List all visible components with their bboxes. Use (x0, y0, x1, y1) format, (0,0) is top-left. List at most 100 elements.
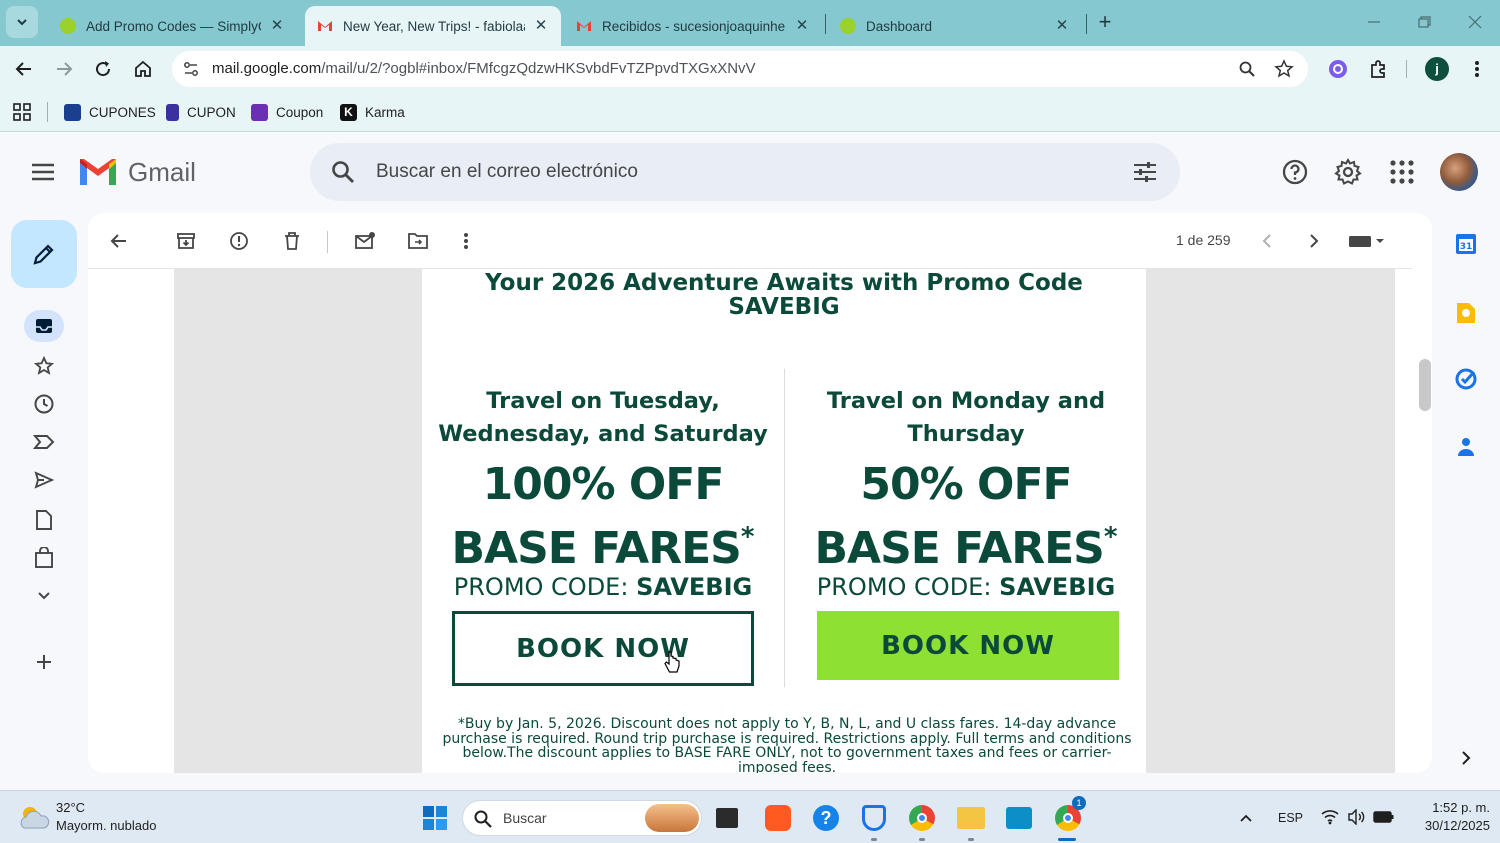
volume-status[interactable] (1347, 809, 1367, 825)
back-to-inbox-button[interactable] (105, 227, 133, 255)
report-spam-button[interactable] (225, 227, 253, 255)
discount-left: 100% OFF BASE FARES* (422, 459, 784, 575)
extension-swirl-icon (1329, 60, 1347, 78)
close-tab-icon[interactable]: ✕ (794, 18, 810, 34)
minimize-button[interactable] (1362, 10, 1386, 34)
zoom-icon[interactable] (1238, 60, 1256, 78)
taskbar-app-remote[interactable] (1003, 802, 1035, 834)
show-hidden-icons-button[interactable] (1237, 809, 1255, 827)
move-to-button[interactable] (404, 227, 432, 255)
simplycodes-icon (60, 18, 76, 34)
contacts-app-button[interactable] (1452, 433, 1480, 461)
taskbar-app-chrome[interactable]: 1 (1052, 796, 1086, 834)
search-options-icon[interactable] (1132, 160, 1158, 184)
extensions-menu-button[interactable] (1364, 55, 1392, 83)
weather-widget[interactable]: 32°C Mayorm. nublado (18, 800, 188, 838)
gmail-icon (577, 21, 591, 31)
bookmark-karma[interactable]: K Karma (340, 101, 405, 123)
nav-more[interactable] (28, 580, 60, 612)
tab-dashboard[interactable]: Dashboard ✕ (830, 6, 1080, 46)
archive-button[interactable] (172, 227, 200, 255)
bookmark-cupon[interactable]: CUPON (166, 101, 236, 123)
travel-line: Travel on Tuesday, (486, 388, 720, 414)
taskbar-app-tablet[interactable] (711, 802, 743, 834)
profile-button[interactable]: j (1423, 55, 1451, 83)
chrome-menu-button[interactable] (1463, 55, 1491, 83)
tab-new-year-trips[interactable]: New Year, New Trips! - fabiolaa ✕ (305, 6, 561, 46)
bookmark-cupones[interactable]: CUPONES (64, 101, 156, 123)
close-window-button[interactable] (1463, 10, 1487, 34)
mail-search-bar[interactable]: Buscar en el correo electrónico (310, 143, 1180, 201)
older-button[interactable] (1300, 227, 1328, 255)
reload-button[interactable] (89, 55, 117, 83)
close-tab-icon[interactable]: ✕ (1054, 18, 1070, 34)
input-language[interactable]: ESP (1278, 811, 1303, 825)
tasks-app-button[interactable] (1452, 365, 1480, 393)
close-tab-icon[interactable]: ✕ (269, 18, 285, 34)
nav-drafts[interactable] (28, 504, 60, 536)
discount-target: BASE FARES* (422, 511, 784, 575)
nav-important[interactable] (28, 426, 60, 458)
help-button[interactable] (1280, 157, 1310, 187)
search-icon[interactable] (330, 159, 356, 185)
forward-button[interactable] (50, 55, 78, 83)
apps-button[interactable] (12, 102, 32, 122)
cupones-icon (64, 103, 81, 121)
book-now-button-left[interactable]: BOOK NOW (452, 611, 754, 686)
kebab-menu-icon (464, 233, 468, 249)
taskbar-app-help[interactable]: ? (810, 802, 842, 834)
nav-starred[interactable] (28, 350, 60, 382)
battery-status[interactable] (1373, 809, 1395, 825)
taskbar-app-explorer[interactable] (955, 802, 987, 834)
settings-button[interactable] (1333, 157, 1363, 187)
main-menu-button[interactable] (28, 157, 58, 187)
nav-sent[interactable] (28, 464, 60, 496)
home-button[interactable] (129, 55, 157, 83)
wifi-status[interactable] (1320, 809, 1340, 825)
spam-icon (230, 232, 248, 250)
discount-target: BASE FARES* (785, 511, 1146, 575)
delete-button[interactable] (278, 227, 306, 255)
taskbar-app-browser-blue[interactable] (858, 802, 890, 834)
taskbar-app-orange[interactable] (762, 802, 794, 834)
chevron-right-icon (1462, 751, 1471, 765)
gmail-logo[interactable]: Gmail (78, 155, 196, 189)
extension-button[interactable] (1324, 55, 1352, 83)
start-button[interactable] (419, 802, 451, 834)
hamburger-icon (32, 163, 54, 181)
book-now-button-right[interactable]: BOOK NOW (817, 611, 1119, 680)
close-tab-icon[interactable]: ✕ (533, 18, 549, 34)
folder-icon (957, 807, 985, 829)
nav-snoozed[interactable] (28, 388, 60, 420)
back-button[interactable] (10, 55, 38, 83)
new-tab-button[interactable]: + (1093, 10, 1117, 34)
create-label-button[interactable] (28, 646, 60, 678)
site-info-icon[interactable] (182, 60, 200, 78)
address-bar[interactable]: mail.google.com/mail/u/2/?ogbl#inbox/FMf… (172, 51, 1308, 87)
message-scrollbar-thumb[interactable] (1419, 359, 1431, 411)
taskbar-app-chrome-profile[interactable] (906, 802, 938, 834)
bookmark-star-icon[interactable] (1274, 59, 1294, 79)
nav-inbox[interactable] (24, 310, 64, 342)
tab-title: Recibidos - sucesionjoaquinher (602, 18, 786, 34)
account-avatar[interactable] (1440, 153, 1478, 191)
tab-search-button[interactable] (6, 6, 38, 38)
nav-purchases[interactable] (28, 542, 60, 574)
calendar-app-button[interactable]: 31 (1452, 230, 1480, 258)
mark-unread-button[interactable] (351, 227, 379, 255)
tab-simplycodes[interactable]: Add Promo Codes — SimplyCo ✕ (50, 6, 295, 46)
hide-side-panel-button[interactable] (1452, 744, 1480, 772)
taskbar-search[interactable]: Buscar (462, 800, 702, 836)
bookmark-coupon[interactable]: Coupon (251, 101, 323, 123)
more-actions-button[interactable] (452, 227, 480, 255)
message-view: 1 de 259 Your 2026 Adventure Awaits with… (88, 213, 1432, 773)
restore-button[interactable] (1412, 10, 1436, 34)
contacts-person-icon (1458, 438, 1474, 456)
clock[interactable]: 1:52 p. m. 30/12/2025 (1398, 799, 1490, 835)
compose-button[interactable] (11, 220, 77, 288)
tab-recibidos[interactable]: Recibidos - sucesionjoaquinher ✕ (566, 6, 820, 46)
keep-app-button[interactable] (1452, 299, 1480, 327)
google-apps-button[interactable] (1388, 158, 1416, 186)
newer-button[interactable] (1253, 227, 1281, 255)
input-tools-button[interactable] (1344, 227, 1392, 255)
